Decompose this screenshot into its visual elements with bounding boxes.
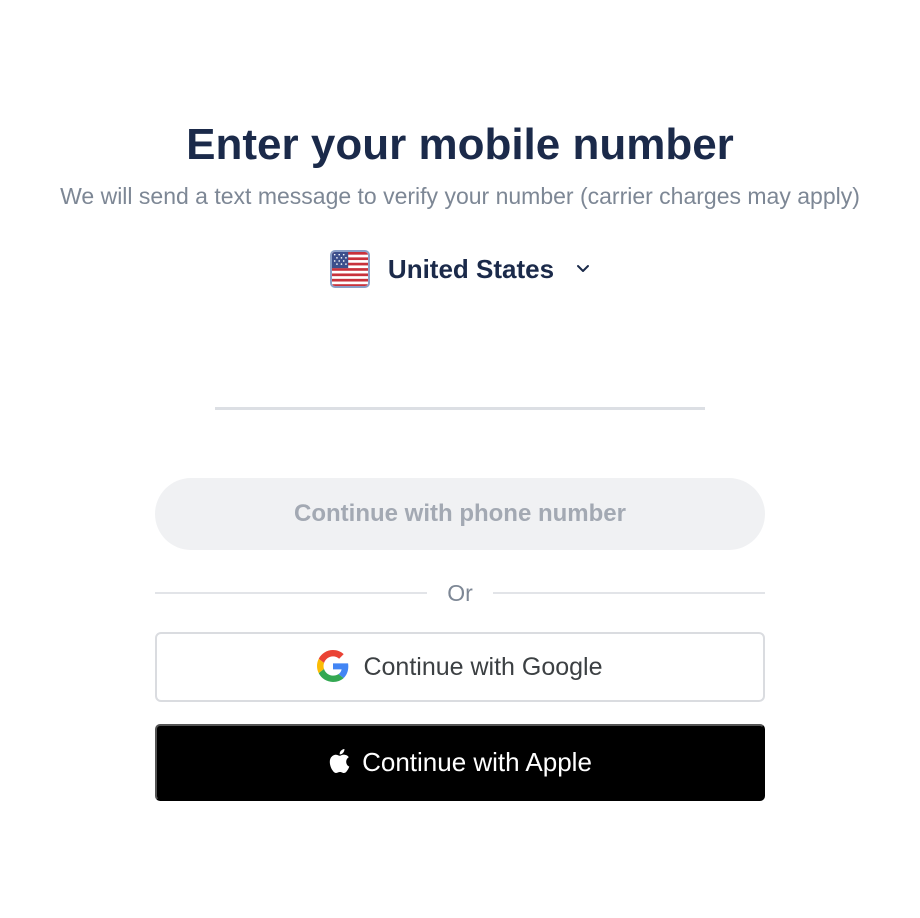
chevron-down-icon xyxy=(576,264,590,274)
divider-line-left xyxy=(155,592,428,594)
or-divider: Or xyxy=(155,578,765,608)
continue-with-phone-button[interactable]: Continue with phone number xyxy=(155,478,765,550)
continue-with-apple-button[interactable]: Continue with Apple xyxy=(155,724,765,801)
continue-with-apple-label: Continue with Apple xyxy=(362,747,592,777)
phone-number-input[interactable] xyxy=(215,360,705,410)
us-flag-icon xyxy=(329,250,370,288)
page-subtitle: We will send a text message to verify yo… xyxy=(60,183,860,209)
apple-icon xyxy=(328,748,350,777)
divider-line-right xyxy=(492,592,765,594)
continue-with-phone-label: Continue with phone number xyxy=(294,500,626,527)
country-selector[interactable]: United States xyxy=(0,250,920,288)
continue-with-google-label: Continue with Google xyxy=(363,652,603,681)
continue-with-google-button[interactable]: Continue with Google xyxy=(155,632,765,702)
page-title: Enter your mobile number xyxy=(186,120,734,169)
country-name: United States xyxy=(387,253,555,284)
google-icon xyxy=(317,649,349,685)
or-label: Or xyxy=(447,579,473,606)
